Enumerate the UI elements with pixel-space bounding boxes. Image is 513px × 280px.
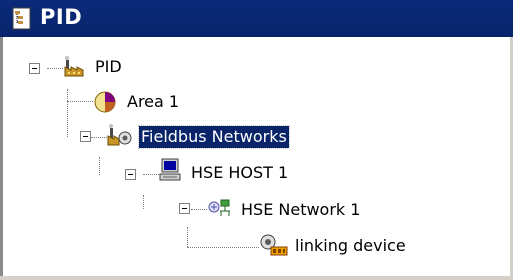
tree-connector bbox=[47, 68, 63, 69]
tree-item-hse-network-1[interactable]: HSE Network 1 bbox=[241, 199, 360, 221]
panel-bottom-edge bbox=[0, 276, 513, 280]
tree-panel: PID Area 1 Fieldbus Networks HSE HOST 1 bbox=[0, 37, 513, 280]
tree-item-fieldbus-networks[interactable]: Fieldbus Networks bbox=[138, 125, 290, 149]
tree-connector bbox=[67, 89, 68, 137]
factory-network-icon bbox=[107, 124, 132, 146]
tree-connector bbox=[143, 195, 144, 209]
linking-device-icon bbox=[260, 234, 288, 256]
tree-item-area-1[interactable]: Area 1 bbox=[127, 91, 179, 113]
tree-connector bbox=[67, 101, 93, 102]
network-icon bbox=[208, 199, 230, 216]
factory-icon bbox=[64, 56, 84, 77]
tree-item-hse-host-1[interactable]: HSE HOST 1 bbox=[191, 162, 288, 184]
collapse-toggle-pid[interactable] bbox=[29, 63, 40, 74]
computer-icon bbox=[159, 158, 181, 181]
collapse-toggle-fieldbus[interactable] bbox=[80, 131, 91, 142]
tree-doc-icon bbox=[12, 7, 31, 30]
area-pie-icon bbox=[94, 91, 116, 113]
collapse-toggle-hse-host[interactable] bbox=[125, 169, 136, 180]
window-title: PID bbox=[40, 5, 83, 29]
tree-item-pid[interactable]: PID bbox=[95, 56, 122, 78]
tree-item-linking-device[interactable]: linking device bbox=[295, 235, 406, 257]
tree-connector bbox=[187, 227, 188, 247]
window-titlebar: PID bbox=[0, 0, 513, 37]
tree-connector bbox=[91, 137, 107, 138]
navigation-tree: PID Area 1 Fieldbus Networks HSE HOST 1 bbox=[3, 37, 510, 280]
tree-connector bbox=[99, 157, 100, 175]
collapse-toggle-hse-network[interactable] bbox=[179, 203, 190, 214]
tree-connector bbox=[191, 209, 207, 210]
tree-connector bbox=[187, 247, 259, 248]
